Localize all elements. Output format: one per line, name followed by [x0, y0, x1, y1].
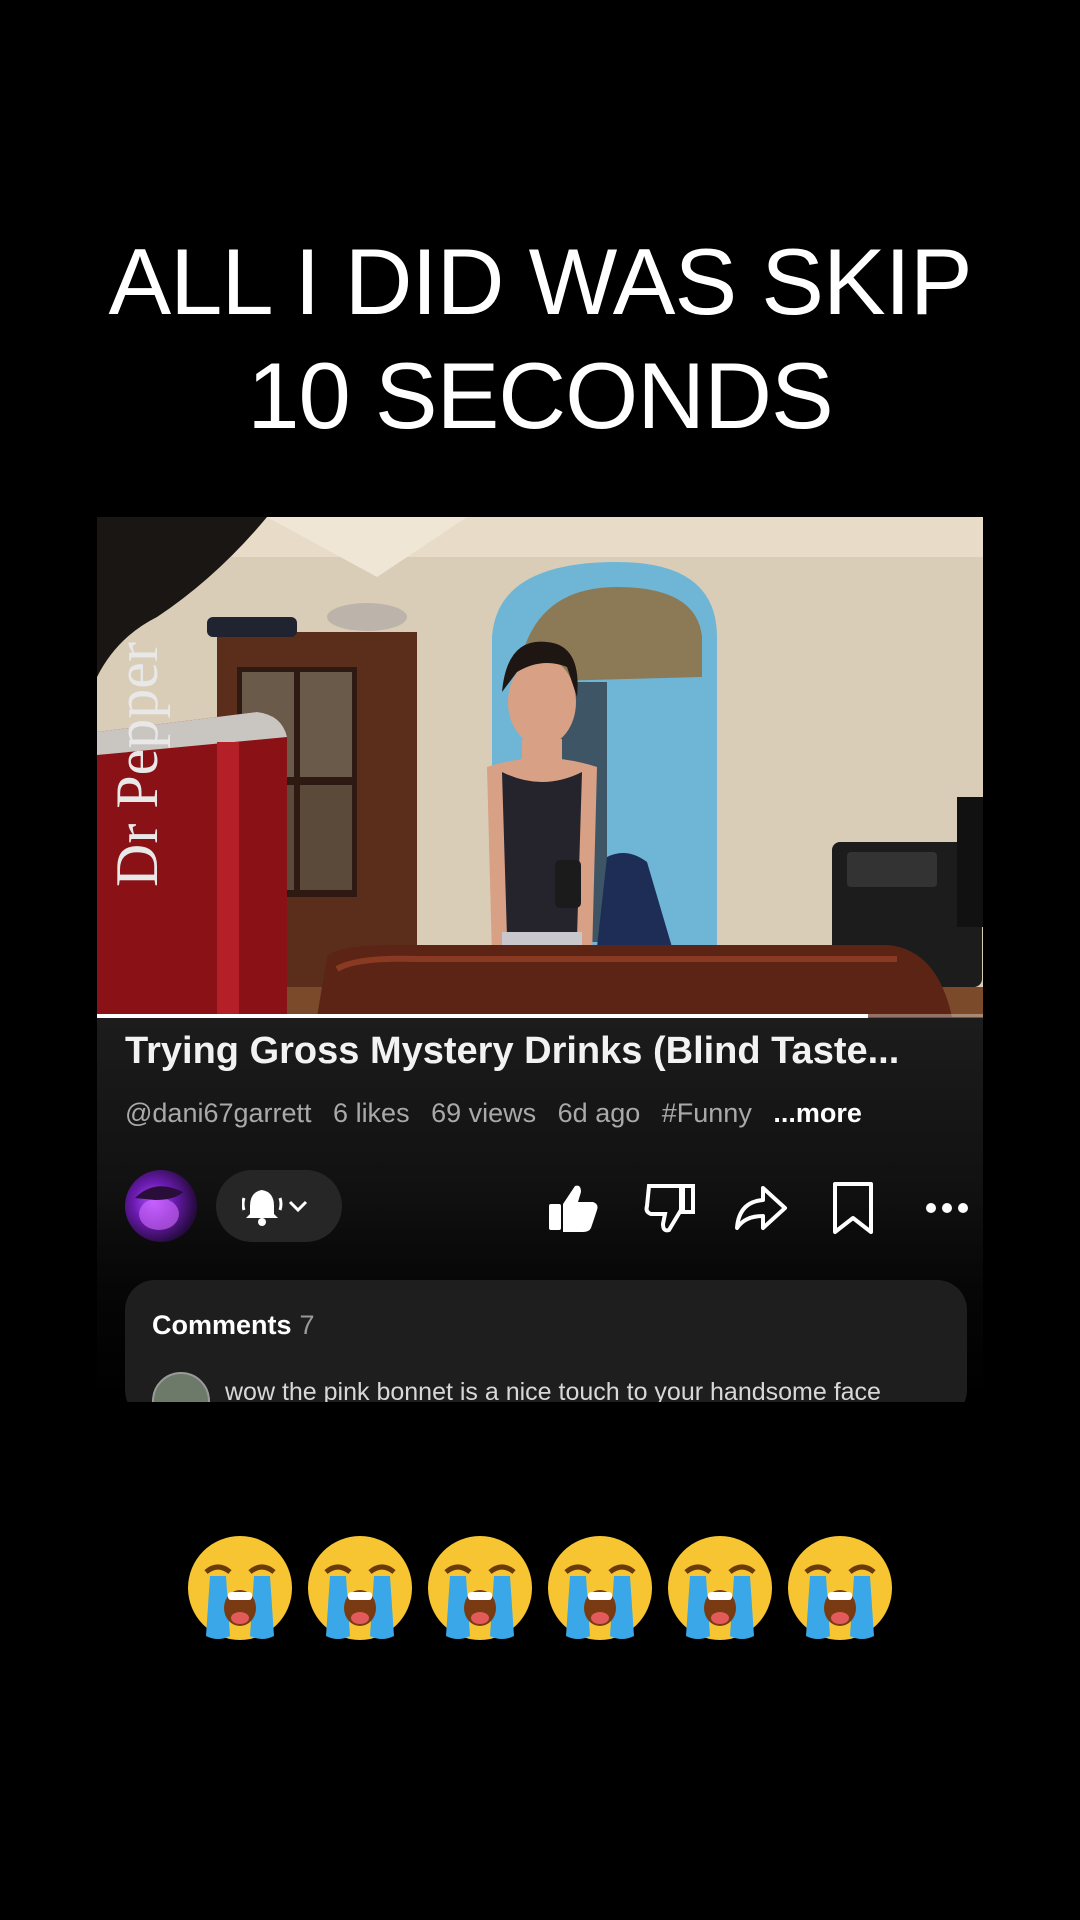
- first-comment: wow the pink bonnet is a nice touch to y…: [225, 1378, 881, 1402]
- caption-line-1: ALL I DID WAS SKIP: [108, 229, 972, 334]
- comments-count: 7: [299, 1310, 315, 1340]
- more-icon[interactable]: [919, 1180, 975, 1236]
- share-icon[interactable]: [733, 1180, 789, 1236]
- video-caption: ALL I DID WAS SKIP 10 SECONDS: [0, 225, 1080, 453]
- channel-handle[interactable]: @dani67garrett: [125, 1098, 312, 1128]
- can-label: Dr Pepper: [104, 642, 170, 887]
- loudly-crying-face-emoji: [304, 1532, 416, 1644]
- video-player[interactable]: Dr Pepper: [97, 517, 983, 1017]
- video-frame: Dr Pepper: [97, 517, 983, 1017]
- loudly-crying-face-emoji: [784, 1532, 896, 1644]
- channel-avatar[interactable]: [125, 1170, 197, 1242]
- video-title[interactable]: Trying Gross Mystery Drinks (Blind Taste…: [125, 1030, 955, 1073]
- notification-bell-button[interactable]: [216, 1170, 342, 1242]
- hashtag-link[interactable]: #Funny: [662, 1098, 752, 1128]
- loudly-crying-face-emoji: [424, 1532, 536, 1644]
- video-info-panel: Trying Gross Mystery Drinks (Blind Taste…: [97, 1018, 983, 1402]
- emoji-row: [0, 1532, 1080, 1649]
- likes-count: 6 likes: [333, 1098, 410, 1128]
- views-count: 69 views: [431, 1098, 537, 1128]
- chevron-down-icon: [288, 1200, 308, 1213]
- dislike-icon[interactable]: [641, 1180, 697, 1236]
- loudly-crying-face-emoji: [544, 1532, 656, 1644]
- comments-section[interactable]: Comments 7 wow the pink bonnet is a nice …: [125, 1280, 967, 1402]
- comments-header: Comments 7: [152, 1310, 315, 1341]
- save-icon[interactable]: [825, 1180, 881, 1236]
- more-link[interactable]: ...more: [773, 1098, 862, 1128]
- video-metadata: @dani67garrett 6 likes 69 views 6d ago #…: [125, 1098, 876, 1129]
- caption-line-2: 10 SECONDS: [247, 343, 834, 448]
- loudly-crying-face-emoji: [664, 1532, 776, 1644]
- commenter-avatar: [152, 1372, 210, 1402]
- loudly-crying-face-emoji: [184, 1532, 296, 1644]
- like-icon[interactable]: [545, 1180, 601, 1236]
- upload-age: 6d ago: [557, 1098, 641, 1128]
- bell-icon: [242, 1190, 283, 1226]
- comments-label: Comments: [152, 1310, 292, 1340]
